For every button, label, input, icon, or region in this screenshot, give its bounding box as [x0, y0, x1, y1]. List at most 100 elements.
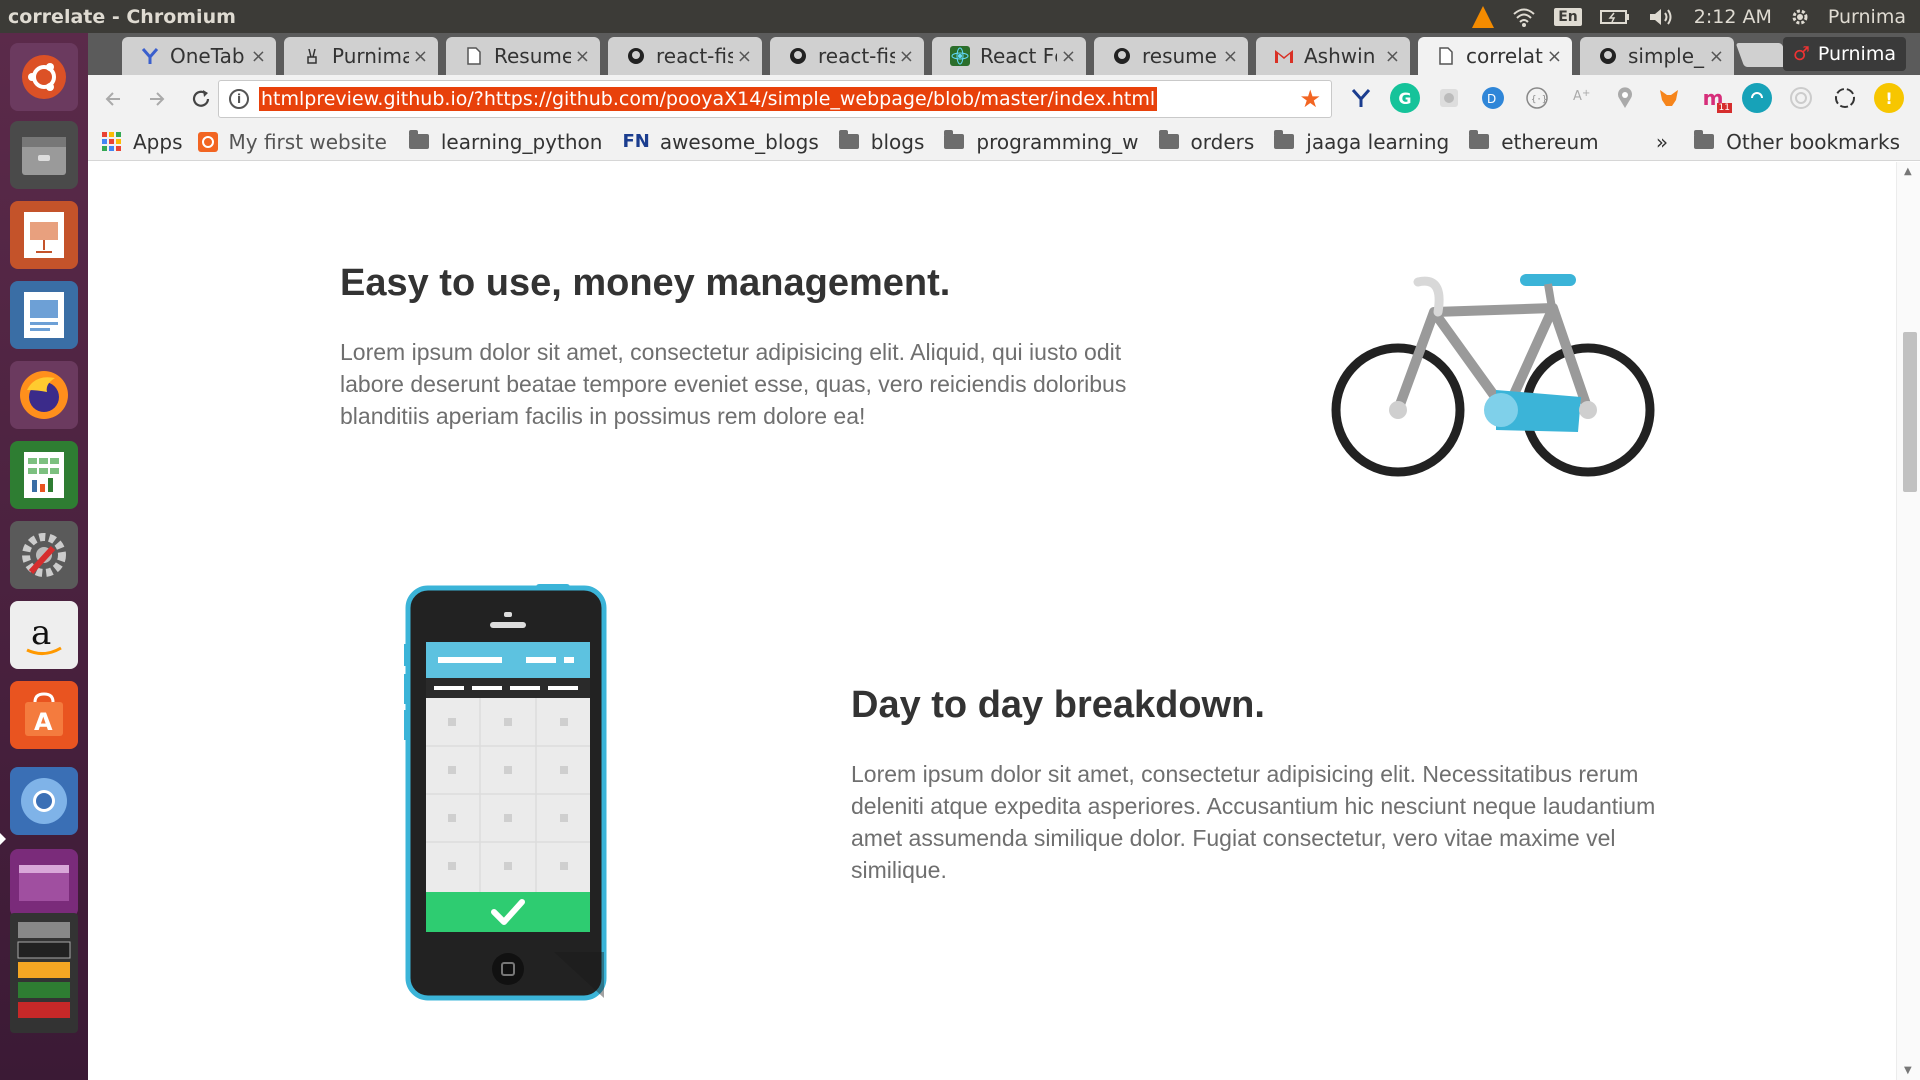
workspace-switcher-icon[interactable]	[10, 849, 78, 917]
ubuntu-dash-icon[interactable]	[10, 43, 78, 111]
chromium-icon[interactable]	[10, 767, 78, 835]
tab-label: resume	[1142, 44, 1217, 68]
bookmark-label: My first website	[228, 129, 387, 154]
writer-icon[interactable]	[10, 281, 78, 349]
tab-react-fis-2[interactable]: react-fis ×	[770, 37, 924, 75]
address-bar[interactable]: i htmlpreview.github.io/?https://github.…	[218, 80, 1332, 118]
page-info-icon[interactable]: i	[229, 89, 249, 109]
github-icon	[1598, 46, 1618, 66]
tab-resume-github[interactable]: resume ×	[1094, 37, 1248, 75]
running-indicator	[0, 833, 6, 845]
files-icon[interactable]	[10, 121, 78, 189]
extension-badge: 11	[1716, 103, 1732, 113]
dictionary-extension-icon[interactable]: D	[1478, 83, 1508, 113]
back-button[interactable]	[94, 80, 132, 118]
close-icon[interactable]: ×	[251, 46, 266, 67]
bookmark-folder-learning-python[interactable]: learning_python	[408, 130, 602, 154]
svg-text:{·}: {·}	[1531, 95, 1547, 105]
tab-resume[interactable]: Resume ×	[446, 37, 600, 75]
close-icon[interactable]: ×	[1223, 46, 1238, 67]
bookmark-label: jaaga learning	[1306, 129, 1450, 154]
gear-icon[interactable]	[1790, 7, 1810, 27]
tab-label: simple_	[1628, 44, 1705, 68]
metamask-fox-icon[interactable]	[1654, 83, 1684, 113]
close-icon[interactable]: ×	[1385, 46, 1400, 67]
close-icon[interactable]: ×	[1709, 46, 1724, 67]
vlc-icon[interactable]	[1472, 5, 1495, 28]
tab-simple[interactable]: simple_ ×	[1580, 37, 1734, 75]
close-icon[interactable]: ×	[413, 46, 428, 67]
scout-extension-icon[interactable]: A +	[1566, 83, 1596, 113]
tab-ashwin[interactable]: Ashwin ×	[1256, 37, 1410, 75]
alert-extension-icon[interactable]: !	[1874, 83, 1904, 113]
extensions-area: G D {·} A + m 11 !	[1346, 83, 1904, 113]
url-text[interactable]: htmlpreview.github.io/?https://github.co…	[259, 87, 1158, 111]
folder-icon	[1469, 130, 1490, 149]
session-user-name[interactable]: Purnima	[1828, 6, 1906, 28]
bookmark-folder-orders[interactable]: orders	[1158, 129, 1255, 154]
code-extension-icon[interactable]: {·}	[1522, 83, 1552, 113]
bicycle-illustration	[1331, 274, 1655, 477]
folder-icon	[1158, 130, 1179, 149]
firefox-icon[interactable]	[10, 361, 78, 429]
close-icon[interactable]: ×	[899, 46, 914, 67]
bookmark-label: orders	[1190, 129, 1255, 154]
scrollbar-thumb[interactable]	[1903, 332, 1917, 492]
location-pin-icon[interactable]	[1610, 83, 1640, 113]
close-icon[interactable]: ×	[575, 46, 590, 67]
software-center-icon[interactable]: A	[10, 681, 78, 749]
tab-label: Ashwin	[1304, 44, 1376, 68]
folder-icon	[944, 130, 965, 149]
bookmark-folder-jaaga-learning[interactable]: jaaga learning	[1274, 130, 1449, 154]
browser-toolbar: i htmlpreview.github.io/?https://github.…	[88, 75, 1920, 123]
battery-icon[interactable]	[1599, 9, 1630, 25]
fn-favicon-icon: FN	[622, 131, 650, 152]
tab-correlate[interactable]: correlat ×	[1418, 37, 1572, 75]
bookmark-folder-programming[interactable]: programming_w	[944, 130, 1139, 154]
close-icon[interactable]: ×	[1061, 46, 1076, 67]
page-content: Easy to use, money management. Lorem ips…	[88, 162, 1896, 1080]
bookmark-awesome-blogs[interactable]: FN awesome_blogs	[622, 130, 818, 154]
bookmark-folder-other[interactable]: Other bookmarks	[1694, 130, 1900, 154]
bookmarks-overflow-chevron[interactable]: »	[1656, 130, 1668, 154]
tab-react-fc[interactable]: React Fc ×	[932, 37, 1086, 75]
react-icon	[950, 46, 970, 66]
sync-extension-icon[interactable]	[1742, 83, 1772, 113]
impress-icon[interactable]	[10, 201, 78, 269]
settings-icon[interactable]	[10, 521, 78, 589]
keyboard-layout-indicator[interactable]: En	[1554, 7, 1582, 26]
page-scrollbar[interactable]: ▲ ▼	[1896, 162, 1920, 1080]
grammarly-extension-icon[interactable]: G	[1390, 83, 1420, 113]
bookmark-star-icon[interactable]: ★	[1299, 85, 1321, 113]
wifi-icon[interactable]	[1512, 7, 1536, 27]
feature-title-breakdown: Day to day breakdown.	[851, 684, 1265, 726]
scroll-up-arrow-icon[interactable]: ▲	[1904, 166, 1912, 177]
clock[interactable]: 2:12 AM	[1694, 6, 1772, 28]
amazon-icon[interactable]: a	[10, 601, 78, 669]
m11-extension-icon[interactable]: m 11	[1698, 83, 1732, 113]
website-favicon-icon	[197, 131, 218, 152]
tab-purnima[interactable]: Purnima ×	[284, 37, 438, 75]
close-icon[interactable]: ×	[1547, 46, 1562, 67]
tab-onetab[interactable]: OneTab ×	[122, 37, 276, 75]
stacked-apps-icon[interactable]	[10, 913, 78, 1033]
target-extension-icon[interactable]	[1786, 83, 1816, 113]
extension-grid-icon[interactable]	[1434, 83, 1464, 113]
volume-icon[interactable]	[1648, 7, 1676, 27]
close-icon[interactable]: ×	[737, 46, 752, 67]
bookmark-my-first-website[interactable]: My first website	[197, 130, 387, 154]
svg-text:a: a	[31, 613, 51, 653]
reload-button[interactable]	[182, 80, 220, 118]
tab-strip: OneTab × Purnima × Resume × react-fis × …	[88, 33, 1920, 75]
bookmark-apps[interactable]: Apps	[102, 130, 183, 154]
profile-button[interactable]: ♂ Purnima	[1782, 37, 1906, 71]
bookmark-folder-ethereum[interactable]: ethereum	[1469, 130, 1599, 154]
calc-icon[interactable]	[10, 441, 78, 509]
openai-extension-icon[interactable]	[1830, 83, 1860, 113]
forward-button[interactable]	[138, 80, 176, 118]
yoast-extension-icon[interactable]	[1346, 83, 1376, 113]
bookmark-folder-blogs[interactable]: blogs	[838, 130, 924, 154]
scroll-down-arrow-icon[interactable]: ▼	[1904, 1065, 1912, 1076]
tab-label: Purnima	[332, 44, 409, 68]
tab-react-fis-1[interactable]: react-fis ×	[608, 37, 762, 75]
